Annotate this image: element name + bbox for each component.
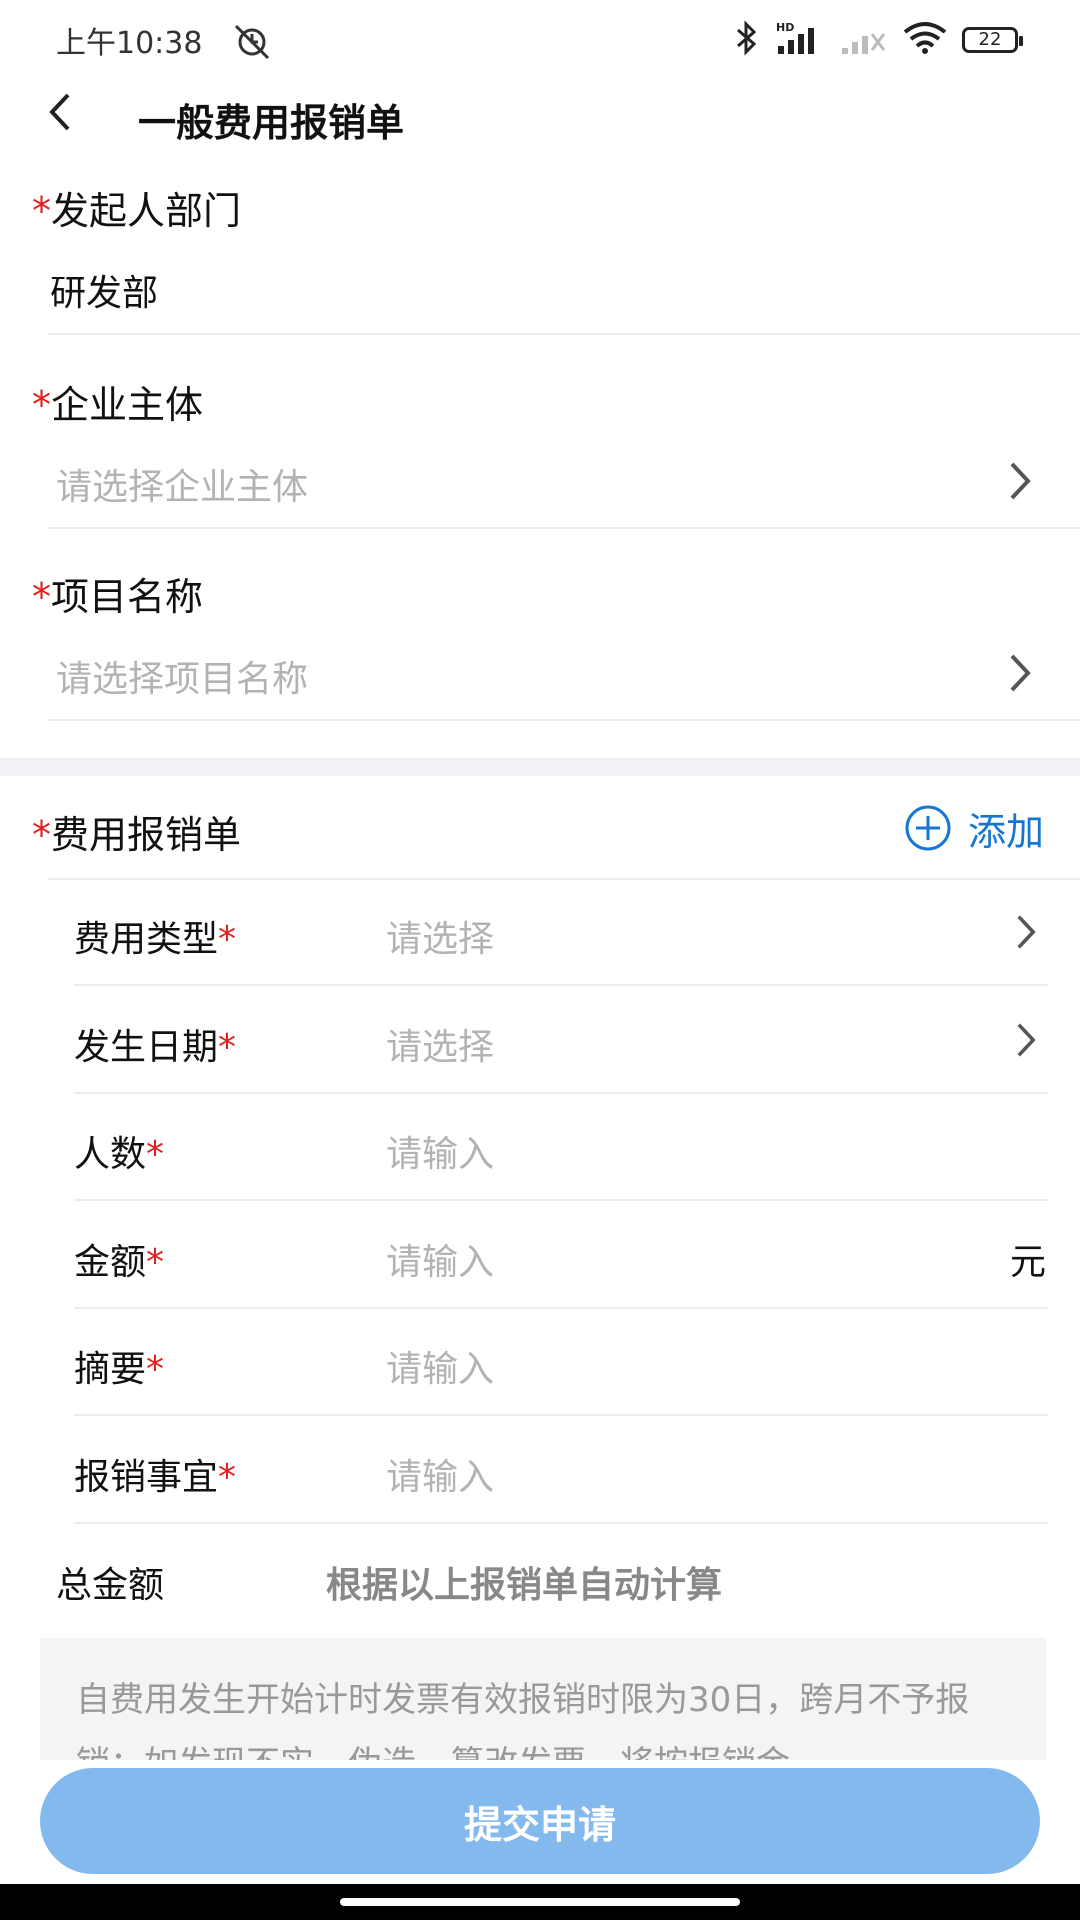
required-mark: * bbox=[32, 189, 51, 233]
add-label: 添加 bbox=[967, 809, 1044, 854]
entity-placeholder: 请选择企业主体 bbox=[56, 467, 309, 508]
divider bbox=[74, 984, 1048, 986]
notice-box: 自费用发生开始计时发票有效报销时限为30日，跨月不予报销；如发现不实、伪造、篡改… bbox=[40, 1638, 1046, 1760]
expense-item-input[interactable]: 请输入 bbox=[386, 1448, 494, 1500]
expense-item-label: 费用类型* bbox=[74, 919, 237, 960]
notice-text: 自费用发生开始计时发票有效报销时限为30日，跨月不予报销；如发现不实、伪造、篡改… bbox=[76, 1680, 970, 1760]
expense-item-select[interactable]: 请选择 bbox=[386, 1018, 494, 1070]
required-mark: * bbox=[146, 1349, 165, 1390]
status-time: 上午10:38 bbox=[56, 26, 203, 61]
expense-item-input[interactable]: 请输入 bbox=[386, 1233, 494, 1285]
expense-item-select[interactable]: 请选择 bbox=[386, 910, 494, 962]
required-mark: * bbox=[32, 575, 51, 619]
department-label: *发起人部门 bbox=[32, 189, 242, 233]
required-mark: * bbox=[146, 1134, 165, 1175]
hd-signal-icon: HD bbox=[774, 20, 824, 60]
page-title: 一般费用报销单 bbox=[138, 101, 405, 145]
divider bbox=[74, 1521, 1048, 1524]
expense-item-row[interactable]: 报销事宜* 请输入 bbox=[74, 1418, 1048, 1524]
alarm-off-icon bbox=[230, 20, 274, 64]
department-value: 研发部 bbox=[50, 273, 159, 314]
divider bbox=[74, 1091, 1048, 1094]
home-indicator[interactable] bbox=[340, 1898, 740, 1906]
expense-item-label: 发生日期* bbox=[74, 1026, 237, 1068]
back-button[interactable] bbox=[30, 82, 90, 142]
section-separator bbox=[0, 758, 1080, 776]
total-label: 总金额 bbox=[56, 1565, 165, 1606]
signal-icon bbox=[838, 20, 888, 60]
required-mark: * bbox=[32, 813, 51, 857]
expense-item-input[interactable]: 请输入 bbox=[386, 1125, 494, 1177]
expense-item-label: 人数* bbox=[74, 1134, 165, 1175]
expense-section-label: *费用报销单 bbox=[32, 813, 242, 857]
divider bbox=[48, 333, 1080, 335]
required-mark: * bbox=[146, 1241, 165, 1283]
chevron-left-icon bbox=[49, 93, 70, 131]
expense-item-row[interactable]: 人数* 请输入 bbox=[74, 1095, 1048, 1201]
chevron-right-icon bbox=[1010, 654, 1031, 692]
project-select[interactable]: 请选择项目名称 bbox=[0, 632, 1080, 712]
entity-label: *企业主体 bbox=[32, 383, 204, 427]
required-mark: * bbox=[218, 1456, 237, 1498]
divider bbox=[48, 527, 1080, 529]
unit-label: 元 bbox=[1009, 1241, 1046, 1283]
expense-item-row[interactable]: 金额* 请输入 元 bbox=[74, 1203, 1048, 1309]
bluetooth-icon bbox=[734, 20, 760, 60]
expense-item-row[interactable]: 费用类型* 请选择 bbox=[74, 880, 1048, 986]
submit-button[interactable]: 提交申请 bbox=[40, 1768, 1040, 1874]
required-mark: * bbox=[32, 383, 51, 427]
expense-item-label: 金额* bbox=[74, 1241, 165, 1283]
divider bbox=[74, 1306, 1048, 1309]
status-bar: 上午10:38 HD 22 bbox=[0, 0, 1080, 80]
divider bbox=[48, 719, 1080, 721]
divider bbox=[74, 1414, 1048, 1416]
expense-item-row[interactable]: 发生日期* 请选择 bbox=[74, 988, 1048, 1094]
divider bbox=[74, 1199, 1048, 1201]
required-mark: * bbox=[218, 919, 237, 960]
required-mark: * bbox=[218, 1026, 237, 1068]
add-expense-button[interactable]: 添加 bbox=[904, 800, 1044, 856]
battery-icon: 22 bbox=[962, 27, 1023, 53]
project-placeholder: 请选择项目名称 bbox=[56, 659, 309, 700]
plus-circle-icon bbox=[905, 805, 951, 851]
expense-item-row[interactable]: 摘要* 请输入 bbox=[74, 1310, 1048, 1416]
chevron-right-icon bbox=[1017, 915, 1036, 949]
expense-item-label: 摘要* bbox=[74, 1349, 165, 1390]
expense-item-label: 报销事宜* bbox=[74, 1456, 237, 1498]
project-label: *项目名称 bbox=[32, 575, 204, 619]
wifi-icon bbox=[902, 20, 948, 60]
expense-item-input[interactable]: 请输入 bbox=[386, 1340, 494, 1392]
entity-select[interactable]: 请选择企业主体 bbox=[0, 440, 1080, 520]
total-value: 根据以上报销单自动计算 bbox=[326, 1565, 723, 1606]
chevron-right-icon bbox=[1010, 462, 1031, 500]
chevron-right-icon bbox=[1017, 1022, 1036, 1057]
svg-text:HD: HD bbox=[776, 21, 794, 34]
